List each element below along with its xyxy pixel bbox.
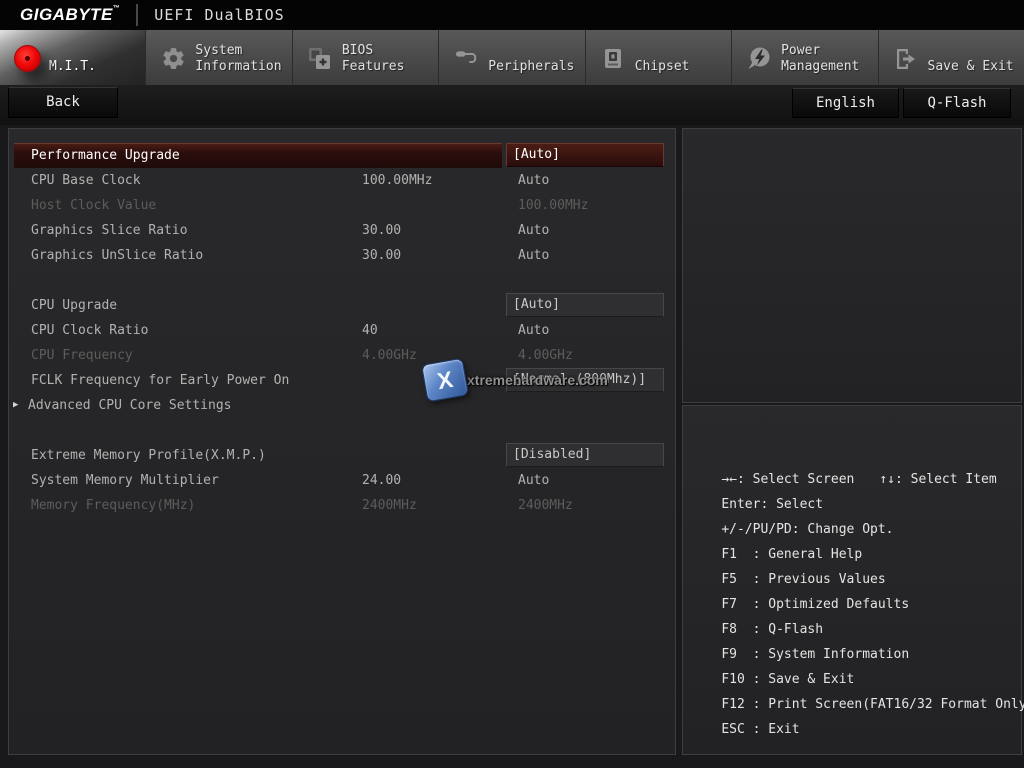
gigabyte-logo: GIGABYTE™: [20, 5, 121, 24]
submenu-arrow-icon: ▶: [13, 400, 19, 410]
setting-current-value: 24.00: [362, 473, 402, 488]
setting-current-value: 2400MHz: [362, 498, 417, 513]
qflash-button[interactable]: Q-Flash: [903, 88, 1011, 118]
setting-option-value[interactable]: 4.00GHz: [506, 343, 664, 368]
tab-label: Peripherals: [488, 59, 575, 74]
tab-chipset[interactable]: Chipset: [586, 30, 733, 85]
chipset-icon: [599, 45, 627, 73]
setting-label: Memory Frequency(MHz): [31, 498, 196, 513]
help-keys: F12 : Print Screen(FAT16/32 Format Only): [721, 697, 1024, 712]
setting-label: CPU Clock Ratio: [31, 323, 149, 338]
row-spacer: [9, 418, 675, 443]
help-keys: F5 : Previous Values: [721, 572, 886, 587]
help-keys: F7 : Optimized Defaults: [721, 597, 910, 612]
help-keys: F8 : Q-Flash: [721, 622, 824, 637]
tab-mit[interactable]: M.I.T.: [0, 30, 147, 85]
settings-row[interactable]: CPU Base Clock 100.00MHz Auto: [9, 168, 675, 193]
setting-label: CPU Frequency: [31, 348, 133, 363]
tab-label: Chipset: [634, 59, 690, 74]
help-keys-secondary: ↑↓: Select Item: [879, 472, 997, 487]
tab-label: Save & Exit: [927, 59, 1014, 74]
setting-label: CPU Upgrade: [31, 298, 118, 313]
settings-row[interactable]: CPU Upgrade [Auto]: [9, 293, 675, 318]
tab-system-information[interactable]: System Information: [146, 30, 293, 85]
settings-row[interactable]: Extreme Memory Profile(X.M.P.) [Disabled…: [9, 443, 675, 468]
tab-peripherals[interactable]: Peripherals: [439, 30, 586, 85]
setting-label: Graphics Slice Ratio: [31, 223, 188, 238]
row-spacer: [9, 268, 675, 293]
setting-option-value[interactable]: [Normal (800Mhz)]: [506, 368, 664, 392]
mit-dot-icon: [13, 45, 41, 73]
setting-option-value[interactable]: Auto: [506, 243, 664, 268]
settings-row[interactable]: System Memory Multiplier 24.00 Auto: [9, 468, 675, 493]
gear-icon: [159, 45, 187, 73]
help-keys: Enter: Select: [721, 497, 824, 512]
settings-row[interactable]: CPU Frequency 4.00GHz 4.00GHz: [9, 343, 675, 368]
help-keys: ESC : Exit: [721, 722, 800, 737]
setting-current-value: 4.00GHz: [362, 348, 417, 363]
setting-label: Advanced CPU Core Settings: [28, 398, 232, 413]
topbar-divider: [136, 4, 139, 26]
setting-label: Extreme Memory Profile(X.M.P.): [31, 448, 266, 463]
help-keys: F1 : General Help: [721, 547, 863, 562]
settings-row[interactable]: FCLK Frequency for Early Power On [Norma…: [9, 368, 675, 393]
settings-row[interactable]: ▶ Advanced CPU Core Settings: [9, 393, 675, 418]
setting-label: Graphics UnSlice Ratio: [31, 248, 204, 263]
peripherals-icon: [452, 45, 480, 73]
settings-row[interactable]: Performance Upgrade [Auto]: [9, 143, 675, 168]
back-button[interactable]: Back: [8, 87, 118, 118]
setting-option-value[interactable]: Auto: [506, 218, 664, 243]
toolbar: Back English Q-Flash: [0, 85, 1024, 125]
tab-label: BIOS Features: [341, 43, 405, 74]
setting-current-value: 40: [362, 323, 378, 338]
setting-option-value[interactable]: Auto: [506, 318, 664, 343]
power-icon: [745, 45, 773, 73]
setting-option-value[interactable]: [Auto]: [506, 293, 664, 317]
item-help-panel: [682, 128, 1022, 403]
setting-option-value[interactable]: 2400MHz: [506, 493, 664, 518]
settings-row[interactable]: Host Clock Value 100.00MHz: [9, 193, 675, 218]
tab-label: System Information: [195, 43, 282, 74]
settings-panel: Performance Upgrade [Auto] CPU Base Cloc…: [8, 128, 676, 755]
trademark-symbol: ™: [112, 5, 121, 12]
tab-power-management[interactable]: Power Management: [732, 30, 879, 85]
settings-row[interactable]: Graphics UnSlice Ratio 30.00 Auto: [9, 243, 675, 268]
settings-row[interactable]: Memory Frequency(MHz) 2400MHz 2400MHz: [9, 493, 675, 518]
setting-option-value[interactable]: Auto: [506, 168, 664, 193]
settings-row[interactable]: CPU Clock Ratio 40 Auto: [9, 318, 675, 343]
help-keys: F9 : System Information: [721, 647, 910, 662]
bios-screen: GIGABYTE™ UEFI DualBIOS M.I.T. System In…: [0, 0, 1024, 768]
bios-icon: [306, 45, 334, 73]
setting-label: Host Clock Value: [31, 198, 157, 213]
tab-label: Power Management: [781, 43, 860, 74]
setting-label: FCLK Frequency for Early Power On: [31, 373, 290, 388]
key-help-panel: →←: Select Screen ↑↓: Select Item Enter: …: [682, 405, 1024, 755]
setting-current-value: 30.00: [362, 248, 402, 263]
help-line: →←: Select Screen ↑↓: Select Item: [690, 442, 1021, 487]
topbar: GIGABYTE™ UEFI DualBIOS: [0, 0, 1024, 30]
setting-option-value[interactable]: [Disabled]: [506, 443, 664, 467]
help-keys: F10 : Save & Exit: [721, 672, 855, 687]
tab-label: M.I.T.: [49, 59, 96, 74]
setting-label: System Memory Multiplier: [31, 473, 219, 488]
tabbar: M.I.T. System Information BIOS Features …: [0, 30, 1024, 85]
help-keys: →←: Select Screen: [721, 472, 855, 487]
setting-label: Performance Upgrade: [31, 148, 180, 163]
setting-current-value: 100.00MHz: [362, 173, 433, 188]
setting-option-value[interactable]: Auto: [506, 468, 664, 493]
setting-label: CPU Base Clock: [31, 173, 141, 188]
setting-current-value: 30.00: [362, 223, 402, 238]
language-button[interactable]: English: [792, 88, 899, 118]
setting-option-value[interactable]: [Auto]: [506, 143, 664, 167]
tab-save-exit[interactable]: Save & Exit: [879, 30, 1024, 85]
tab-bios-features[interactable]: BIOS Features: [293, 30, 440, 85]
uefi-title: UEFI DualBIOS: [154, 6, 285, 24]
help-keys: +/-/PU/PD: Change Opt.: [721, 522, 894, 537]
setting-option-value[interactable]: 100.00MHz: [506, 193, 664, 218]
save-exit-icon: [892, 45, 920, 73]
settings-row[interactable]: Graphics Slice Ratio 30.00 Auto: [9, 218, 675, 243]
